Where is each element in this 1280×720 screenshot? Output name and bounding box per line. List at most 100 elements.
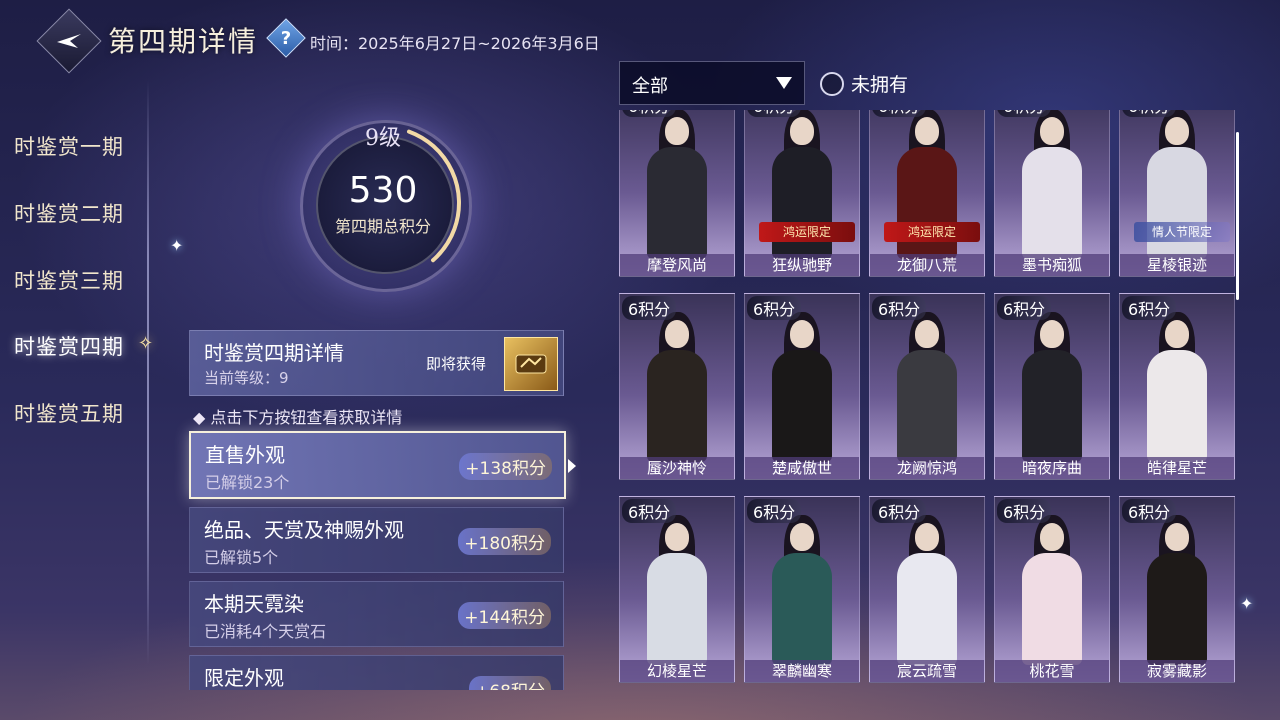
source-card[interactable]: 直售外观 已解锁23个 +138积分 [189, 431, 576, 499]
outfit-name: 皓律星芒 [1120, 457, 1234, 479]
question-icon[interactable]: ? [266, 18, 306, 58]
outfit-name: 翠麟幽寒 [745, 660, 859, 682]
outfit-figure [1143, 310, 1211, 462]
nav-item-period-3[interactable]: 时鉴赏三期 [14, 265, 124, 295]
nav-divider [147, 80, 149, 665]
outfit-name: 龙御八荒 [870, 254, 984, 276]
points-badge: 6积分 [872, 499, 927, 523]
outfit-card[interactable]: 6积分龙阙惊鸿 [869, 293, 985, 480]
limited-tag: 鸿运限定 [884, 222, 980, 242]
outfit-figure [643, 310, 711, 462]
filter-dropdown[interactable]: 全部 [619, 61, 805, 105]
limited-tag: 情人节限定 [1134, 222, 1230, 242]
outfit-card[interactable]: 6积分蜃沙神怜 [619, 293, 735, 480]
outfit-figure [1018, 513, 1086, 665]
outfit-grid: 6积分摩登风尚6积分鸿运限定狂纵驰野6积分鸿运限定龙御八荒6积分墨书痴狐6积分情… [619, 110, 1239, 690]
outfit-card[interactable]: 6积分翠麟幽寒 [744, 496, 860, 683]
outfit-name: 寂雾藏影 [1120, 660, 1234, 682]
outfit-figure [643, 513, 711, 665]
points-badge: 6积分 [872, 296, 927, 320]
outfit-name: 宸云疏雪 [870, 660, 984, 682]
total-score: 530 [348, 170, 418, 211]
outfit-card[interactable]: 6积分鸿运限定狂纵驰野 [744, 110, 860, 277]
nav-item-period-1[interactable]: 时鉴赏一期 [14, 131, 124, 161]
source-title: 限定外观 [204, 666, 284, 690]
level-label: 9级 [365, 126, 401, 151]
not-owned-label: 未拥有 [851, 74, 909, 96]
source-card[interactable]: 绝品、天赏及神赐外观已解锁5个 +180积分 [189, 507, 564, 573]
outfit-figure [768, 513, 836, 665]
outfit-card[interactable]: 6积分摩登风尚 [619, 110, 735, 277]
outfit-figure [1143, 513, 1211, 665]
points-badge: 6积分 [1122, 499, 1177, 523]
points-badge: 6积分 [997, 110, 1052, 117]
outfit-name: 墨书痴狐 [995, 254, 1109, 276]
outfit-name: 摩登风尚 [620, 254, 734, 276]
points-badge: 6积分 [1122, 296, 1177, 320]
points-badge: 6积分 [747, 296, 802, 320]
page-title: 第四期详情 [108, 25, 259, 58]
sparkle-icon: ✦ [170, 236, 184, 255]
gold-item-icon[interactable] [504, 337, 558, 391]
period-detail-card[interactable]: 时鉴赏四期详情 当前等级：9 即将获得 [189, 330, 564, 396]
source-subtitle: 已消耗4个天赏石 [204, 622, 327, 641]
limited-tag: 鸿运限定 [759, 222, 855, 242]
points-badge: 6积分 [997, 296, 1052, 320]
outfit-card[interactable]: 6积分暗夜序曲 [994, 293, 1110, 480]
points-badge: 6积分 [622, 499, 677, 523]
nav-item-period-2[interactable]: 时鉴赏二期 [14, 198, 124, 228]
back-arrow-icon [47, 19, 91, 63]
source-title: 绝品、天赏及神赐外观 [204, 518, 404, 542]
soon-label: 即将获得 [426, 355, 487, 373]
not-owned-toggle[interactable]: 未拥有 [820, 70, 908, 97]
source-card[interactable]: 限定外观 +68积分 [189, 655, 564, 690]
points-badge: 6积分 [747, 110, 802, 117]
points-badge: 6积分 [622, 296, 677, 320]
outfit-card[interactable]: 6积分鸿运限定龙御八荒 [869, 110, 985, 277]
outfit-figure [1018, 110, 1086, 259]
points-badge: 6积分 [1122, 110, 1177, 117]
outfit-card[interactable]: 6积分情人节限定星棱银迹 [1119, 110, 1235, 277]
sparkle-icon: ✦ [1240, 594, 1254, 613]
source-points: +138积分 [459, 453, 552, 480]
outfit-card[interactable]: 6积分宸云疏雪 [869, 496, 985, 683]
period-time: 时间：2025年6月27日~2026年3月6日 [310, 34, 600, 53]
nav-item-period-4[interactable]: 时鉴赏四期 [14, 331, 124, 361]
radio-icon[interactable] [820, 71, 844, 96]
points-badge: 6积分 [997, 499, 1052, 523]
grid-scrollbar[interactable] [1236, 132, 1239, 300]
source-points: +68积分 [469, 676, 551, 690]
current-level: 当前等级：9 [204, 369, 289, 387]
outfit-card[interactable]: 6积分皓律星芒 [1119, 293, 1235, 480]
outfit-name: 狂纵驰野 [745, 254, 859, 276]
nav-item-period-5[interactable]: 时鉴赏五期 [14, 398, 124, 428]
filter-selected: 全部 [632, 76, 668, 97]
source-card-clip: 限定外观 +68积分 [189, 655, 569, 690]
outfit-card[interactable]: 6积分幻棱星芒 [619, 496, 735, 683]
outfit-name: 龙阙惊鸿 [870, 457, 984, 479]
hint-text: ◆ 点击下方按钮查看获取详情 [193, 408, 403, 427]
outfit-figure [643, 110, 711, 259]
back-button[interactable] [36, 8, 102, 74]
selected-arrow-icon [568, 459, 576, 473]
outfit-card[interactable]: 6积分墨书痴狐 [994, 110, 1110, 277]
source-title: 直售外观 [205, 443, 285, 467]
points-badge: 6积分 [872, 110, 927, 117]
outfit-figure [768, 310, 836, 462]
source-subtitle: 已解锁5个 [204, 548, 279, 567]
sparkle-icon: ✧ [138, 333, 154, 354]
points-badge: 6积分 [747, 499, 802, 523]
outfit-name: 蜃沙神怜 [620, 457, 734, 479]
outfit-card[interactable]: 6积分 桃花雪 [994, 496, 1110, 683]
source-points: +180积分 [458, 528, 551, 555]
source-title: 本期天霓染 [204, 592, 304, 616]
outfit-card[interactable]: 6积分楚咸傲世 [744, 293, 860, 480]
source-card[interactable]: 本期天霓染 已消耗4个天赏石 +144积分 [189, 581, 564, 647]
outfit-name: 幻棱星芒 [620, 660, 734, 682]
outfit-name: 楚咸傲世 [745, 457, 859, 479]
outfit-name: 暗夜序曲 [995, 457, 1109, 479]
outfit-card[interactable]: 6积分寂雾藏影 [1119, 496, 1235, 683]
points-badge: 6积分 [622, 110, 677, 117]
total-score-label: 第四期总积分 [334, 217, 431, 236]
chevron-down-icon [776, 77, 792, 89]
